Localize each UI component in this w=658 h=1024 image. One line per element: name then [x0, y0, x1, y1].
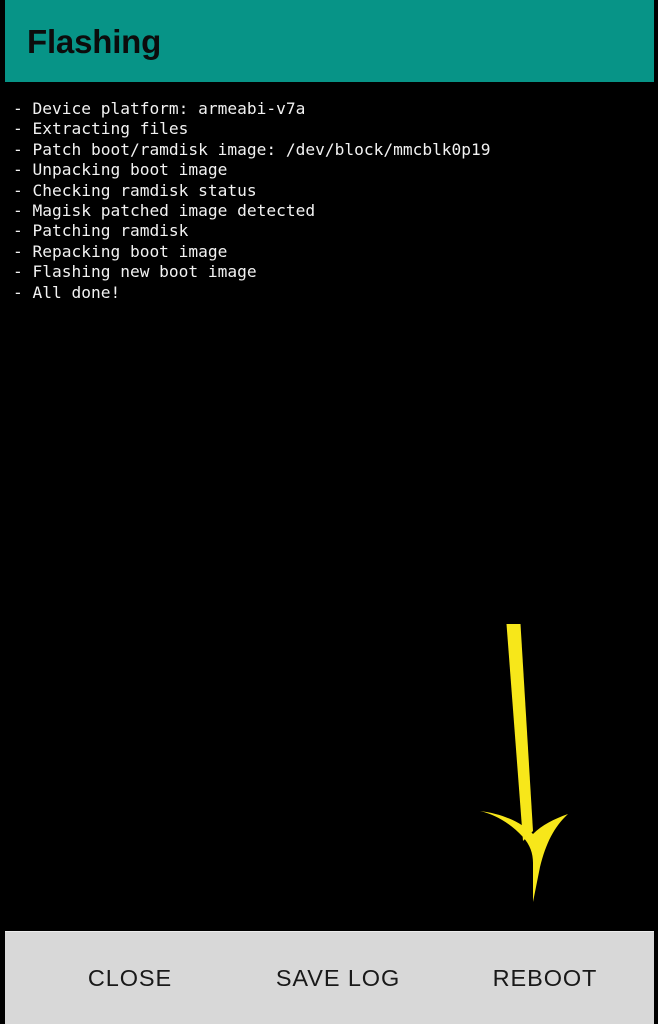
close-button[interactable]: CLOSE [45, 932, 215, 1024]
flash-log-console[interactable]: - Device platform: armeabi-v7a - Extract… [0, 86, 658, 927]
page-title: Flashing [27, 22, 162, 60]
reboot-button[interactable]: REBOOT [457, 932, 633, 1024]
log-line: - Device platform: armeabi-v7a [13, 99, 306, 118]
log-line: - Magisk patched image detected [13, 201, 316, 221]
flashing-dialog: Flashing - Device platform: armeabi-v7a … [0, 0, 658, 1024]
page-edge-left [0, 0, 5, 1024]
dialog-button-bar: CLOSE SAVE LOG REBOOT [5, 931, 654, 1024]
log-line: - Unpacking boot image [13, 160, 228, 180]
log-line: - Extracting files [13, 119, 189, 139]
log-line: - Checking ramdisk status [13, 180, 257, 200]
log-line: - Patch boot/ramdisk image: /dev/block/m… [13, 139, 491, 159]
save-log-button[interactable]: SAVE LOG [243, 932, 433, 1024]
page-edge-right [654, 0, 658, 1024]
log-line: - Repacking boot image [13, 241, 228, 261]
app-bar: Flashing [0, 0, 658, 82]
log-line: - Flashing new boot image [13, 262, 257, 282]
log-line: - All done! [13, 282, 121, 302]
log-line: - Patching ramdisk [13, 221, 189, 241]
